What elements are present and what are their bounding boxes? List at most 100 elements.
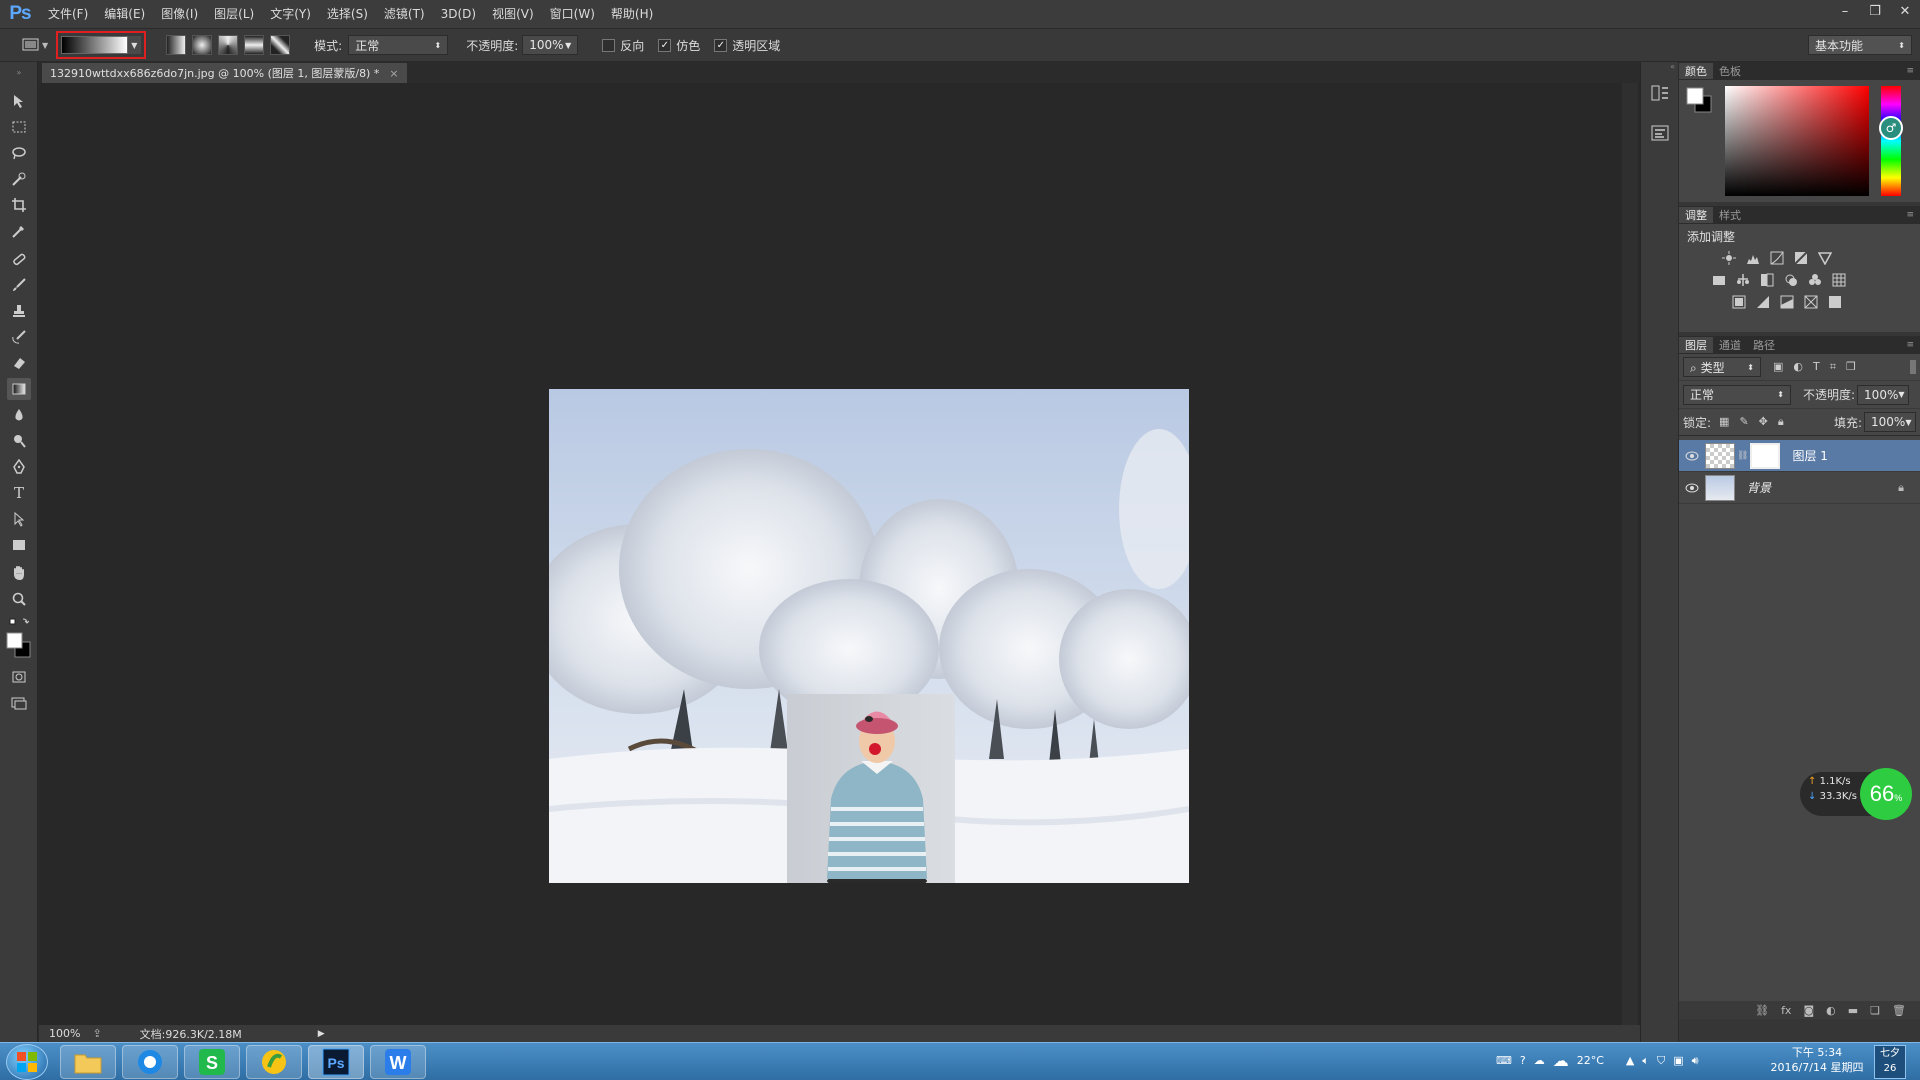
document-canvas[interactable] (549, 389, 1189, 883)
hand-tool-icon[interactable] (7, 562, 31, 584)
brightness-icon[interactable] (1720, 251, 1738, 265)
fg-bg-color-swatch[interactable] (1685, 86, 1715, 116)
tab-paths[interactable]: 路径 (1747, 337, 1781, 353)
status-menu-arrow-icon[interactable]: ▶ (318, 1029, 325, 1039)
taskbar-spreadsheet[interactable]: S (184, 1045, 240, 1079)
curves-icon[interactable] (1768, 251, 1786, 265)
keyboard-icon[interactable]: ⌨ (1496, 1054, 1512, 1067)
workspace-select[interactable]: 基本功能 ⬍ (1808, 35, 1912, 55)
color-picker-handle-icon[interactable]: ♂ (1879, 116, 1903, 140)
blend-mode-select[interactable]: 正常 ⬍ (1683, 384, 1791, 405)
radial-gradient-icon[interactable] (192, 35, 213, 55)
path-selection-tool-icon[interactable] (7, 508, 31, 530)
layer-row-background[interactable]: 背景 🔒︎ (1679, 472, 1920, 504)
zoom-level[interactable]: 100% (49, 1027, 80, 1040)
add-mask-icon[interactable]: ◙ (1803, 1004, 1814, 1017)
quick-selection-tool-icon[interactable] (7, 168, 31, 190)
dither-checkbox[interactable]: ✓ (658, 38, 672, 52)
layers-panel-menu-icon[interactable]: ≡ (1906, 340, 1914, 350)
layer-opacity-input[interactable]: 100% ▼ (1857, 384, 1910, 405)
hue-saturation-icon[interactable] (1710, 273, 1728, 287)
menu-3d[interactable]: 3D(D) (433, 0, 484, 28)
opacity-chevron-icon[interactable]: ▼ (565, 41, 571, 50)
export-icon[interactable]: ⇪ (92, 1027, 101, 1040)
move-tool-icon[interactable] (7, 90, 31, 112)
screen-mode-icon[interactable] (7, 692, 31, 714)
quick-mask-icon[interactable] (7, 666, 31, 688)
layer-row-layer1[interactable]: ⛓︎ 图层 1 (1679, 440, 1920, 472)
layer-style-icon[interactable]: fx (1781, 1004, 1791, 1017)
weather-small-icon[interactable]: ☁ (1534, 1054, 1545, 1067)
black-white-icon[interactable] (1758, 273, 1776, 287)
gradient-map-icon[interactable] (1826, 295, 1844, 309)
visibility-eye-icon[interactable] (1679, 483, 1705, 493)
selective-color-icon[interactable] (1802, 295, 1820, 309)
clock[interactable]: 下午 5:34 2016/7/14 星期四 (1760, 1045, 1874, 1075)
filter-smart-object-icon[interactable]: ❒ (1846, 360, 1856, 374)
foreground-background-swatches[interactable] (5, 630, 33, 660)
document-tab[interactable]: 132910wttdxx686z6do7jn.jpg @ 100% (图层 1,… (42, 63, 407, 83)
gradient-dropdown-icon[interactable]: ▼ (127, 36, 142, 54)
eraser-tool-icon[interactable] (7, 352, 31, 374)
gradient-picker[interactable]: ▼ (56, 31, 147, 59)
collapse-tools-icon[interactable]: » (7, 68, 31, 77)
link-layers-icon[interactable]: ⛓︎ (1755, 1004, 1769, 1017)
eyedropper-tool-icon[interactable] (7, 220, 31, 242)
color-panel-menu-icon[interactable]: ≡ (1906, 66, 1914, 76)
lock-transparent-icon[interactable]: ▦ (1719, 415, 1729, 429)
layer-name[interactable]: 图层 1 (1792, 447, 1827, 464)
vertical-scrollbar[interactable] (1622, 83, 1638, 1025)
tab-close-icon[interactable]: × (389, 67, 398, 80)
reflected-gradient-icon[interactable] (244, 35, 265, 55)
gradient-tool-icon[interactable] (7, 378, 31, 400)
security-shield-icon[interactable]: ⛉ (1657, 1054, 1665, 1068)
new-adjustment-icon[interactable]: ◐ (1826, 1004, 1836, 1017)
exposure-icon[interactable] (1792, 251, 1810, 265)
start-button[interactable] (6, 1044, 48, 1080)
menu-view[interactable]: 视图(V) (484, 0, 542, 28)
tab-channels[interactable]: 通道 (1713, 337, 1747, 353)
gradient-preview[interactable] (61, 36, 128, 54)
new-group-icon[interactable]: ▬ (1848, 1004, 1858, 1017)
delete-layer-icon[interactable]: 🗑︎ (1892, 1004, 1906, 1017)
color-field[interactable] (1725, 86, 1869, 196)
clone-stamp-tool-icon[interactable] (7, 300, 31, 322)
levels-icon[interactable] (1744, 251, 1762, 265)
vibrance-icon[interactable] (1816, 251, 1834, 265)
blur-tool-icon[interactable] (7, 404, 31, 426)
layer-mask-thumbnail[interactable] (1750, 442, 1781, 469)
taskbar-writer[interactable]: W (370, 1045, 426, 1079)
angle-gradient-icon[interactable] (218, 35, 239, 55)
menu-select[interactable]: 选择(S) (319, 0, 376, 28)
layer-thumbnail[interactable] (1705, 474, 1735, 501)
tab-color[interactable]: 颜色 (1679, 63, 1713, 79)
help-icon[interactable]: ? (1520, 1054, 1526, 1067)
fill-chevron-icon[interactable]: ▼ (1905, 418, 1911, 427)
lasso-tool-icon[interactable] (7, 142, 31, 164)
transparency-option[interactable]: ✓ 透明区域 (714, 37, 780, 54)
color-lookup-icon[interactable] (1830, 273, 1848, 287)
type-tool-icon[interactable]: T (7, 482, 31, 504)
volume-icon[interactable]: 🔊︎ (1692, 1054, 1699, 1068)
taskbar-media[interactable] (246, 1045, 302, 1079)
fill-input[interactable]: 100% ▼ (1864, 412, 1916, 432)
tab-styles[interactable]: 样式 (1713, 207, 1747, 223)
taskbar-browser[interactable] (122, 1045, 178, 1079)
layer-filter-select[interactable]: ⌕ 类型 ⬍ (1683, 357, 1761, 377)
canvas-area[interactable] (39, 83, 1643, 1025)
visibility-eye-icon[interactable] (1679, 451, 1705, 461)
swap-colors-icon[interactable] (7, 616, 31, 630)
network-icon[interactable]: ▣ (1673, 1054, 1683, 1067)
dither-option[interactable]: ✓ 仿色 (658, 37, 700, 54)
reverse-checkbox[interactable] (602, 38, 616, 52)
menu-help[interactable]: 帮助(H) (603, 0, 661, 28)
tab-swatches[interactable]: 色板 (1713, 63, 1747, 79)
mode-select[interactable]: 正常 ⬍ (348, 35, 449, 55)
filter-toggle-switch[interactable] (1910, 360, 1916, 374)
properties-panel-icon[interactable] (1650, 124, 1670, 145)
pen-tool-icon[interactable] (7, 456, 31, 478)
restore-button[interactable]: ❐ (1860, 0, 1890, 22)
channel-mixer-icon[interactable] (1806, 273, 1824, 287)
menu-edit[interactable]: 编辑(E) (96, 0, 153, 28)
menu-window[interactable]: 窗口(W) (542, 0, 603, 28)
